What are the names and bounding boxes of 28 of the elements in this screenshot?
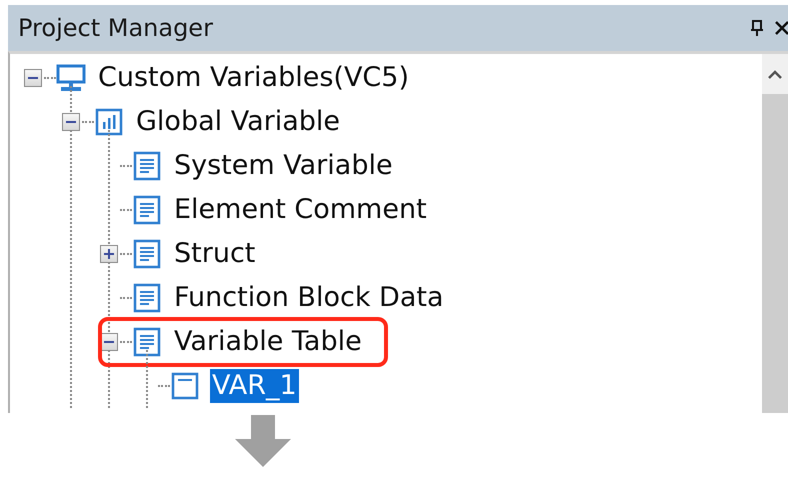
document-icon bbox=[132, 239, 162, 269]
tree-item[interactable]: VAR_1 bbox=[170, 369, 299, 403]
document-icon bbox=[132, 151, 162, 181]
scrollbar[interactable] bbox=[762, 54, 788, 413]
tree-item-label: Variable Table bbox=[173, 325, 363, 359]
plus-icon bbox=[103, 248, 115, 260]
monitor-icon bbox=[56, 63, 86, 93]
collapse-button[interactable] bbox=[62, 113, 80, 131]
bar-chart-icon bbox=[94, 107, 124, 137]
collapse-button[interactable] bbox=[24, 69, 42, 87]
document-icon bbox=[132, 327, 162, 357]
tree-item-label: VAR_1 bbox=[210, 369, 299, 403]
panel-title: Project Manager bbox=[18, 13, 214, 44]
document-icon bbox=[132, 283, 162, 313]
expand-button[interactable] bbox=[100, 245, 118, 263]
tree-item-label: Struct bbox=[173, 237, 256, 271]
document-icon bbox=[132, 195, 162, 225]
scroll-up-icon[interactable] bbox=[767, 69, 783, 79]
pin-icon bbox=[750, 20, 764, 36]
tree-item-label: Global Variable bbox=[135, 105, 342, 139]
highlighted-tree-item[interactable]: Variable Table bbox=[98, 317, 388, 367]
down-arrow-icon bbox=[235, 415, 291, 467]
tree-item[interactable]: Struct bbox=[132, 237, 258, 271]
variable-icon bbox=[170, 371, 200, 401]
tree-item[interactable]: Global Variable bbox=[94, 105, 342, 139]
tree-item-label: System Variable bbox=[173, 149, 394, 183]
close-icon bbox=[774, 20, 788, 36]
tree-item[interactable]: System Variable bbox=[132, 149, 395, 183]
